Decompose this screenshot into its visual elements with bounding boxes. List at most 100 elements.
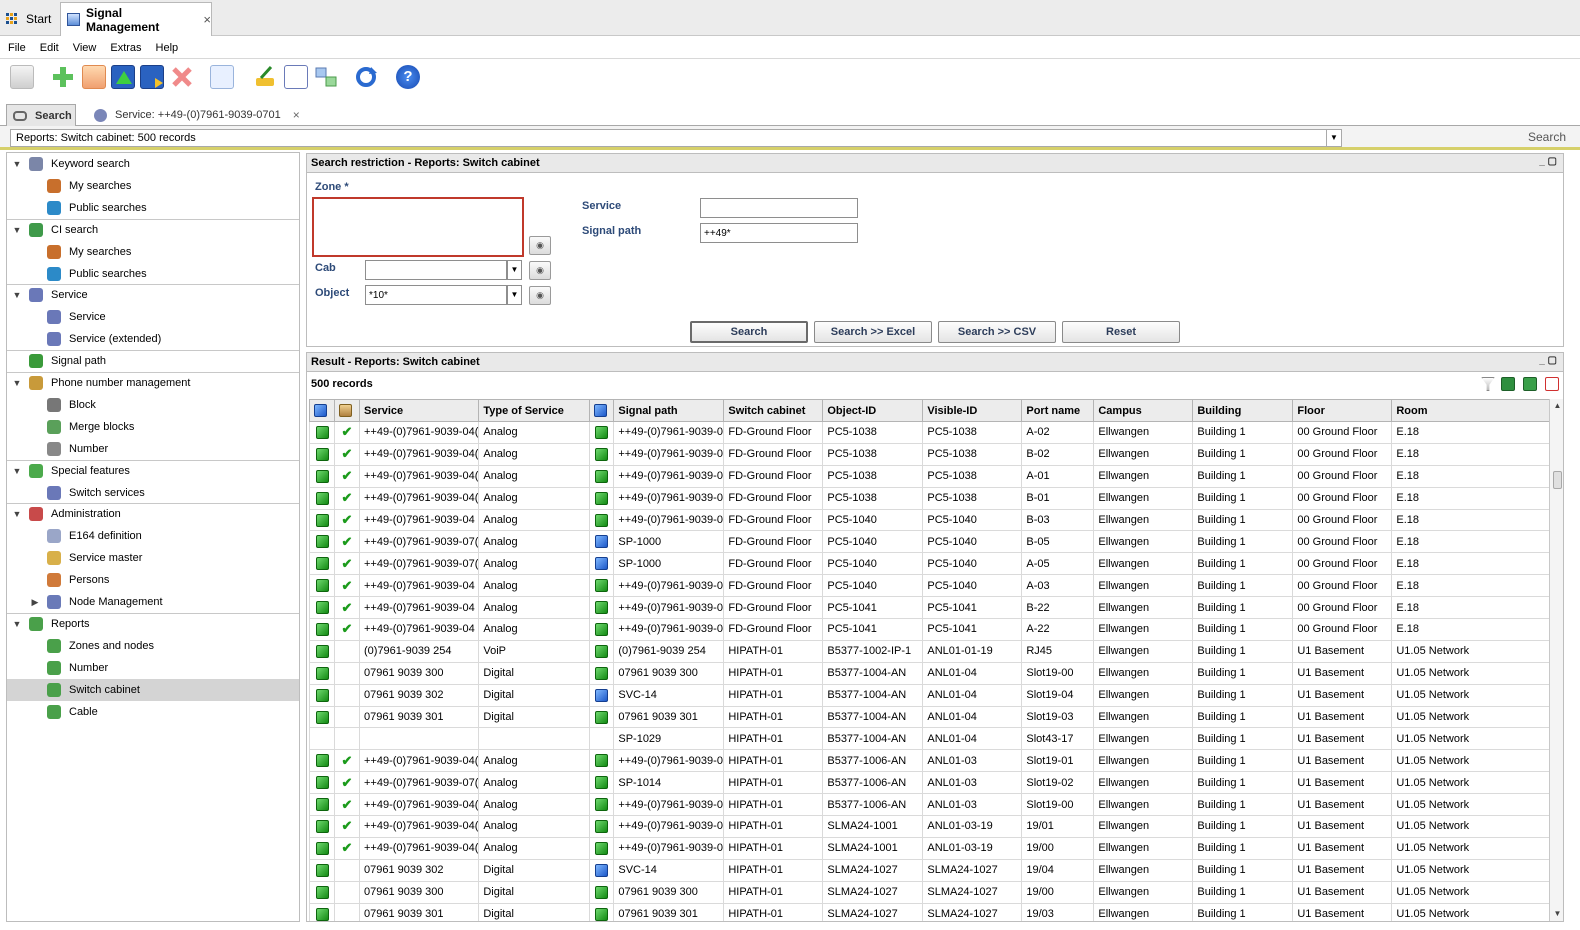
path-status-header-icon[interactable] [589, 399, 615, 422]
table-row[interactable]: 07961 9039 301 Digital 07961 9039 301 HIPAT… [309, 902, 1553, 921]
tree-item[interactable]: ▼ Service [7, 284, 299, 306]
table-row[interactable]: ✔ ++49-(0)7961-9039-04(Analog ++49-(0)7961… [309, 486, 1553, 510]
collapse-toggle-icon[interactable]: ▼ [11, 509, 23, 519]
table-row[interactable]: ✔ ++49-(0)7961-9039-04 Analog ++49-(0)7961-… [309, 596, 1553, 620]
tree-item[interactable]: ▶ Node Management [7, 591, 299, 613]
assignment-header-icon[interactable] [334, 399, 360, 422]
tree-item[interactable]: Service [7, 306, 299, 328]
tree-item[interactable]: Cable [7, 701, 299, 723]
service-status-header-icon[interactable] [309, 399, 335, 422]
table-row[interactable]: ✔ ++49-(0)7961-9039-04(Analog ++49-(0)7961… [309, 793, 1553, 817]
search-button[interactable]: Search [690, 321, 808, 343]
tree-item[interactable]: Zones and nodes [7, 635, 299, 657]
menu-edit[interactable]: Edit [40, 42, 59, 54]
panel-window-controls[interactable]: _ ▢ [1539, 156, 1557, 167]
table-row[interactable]: (0)7961-9039 254 VoiP (0)7961-9039 254 HIPA… [309, 639, 1553, 663]
tree-item[interactable]: Switch services [7, 482, 299, 504]
tree-item[interactable]: ▼ Keyword search [7, 153, 299, 175]
tree-item[interactable]: E164 definition [7, 525, 299, 547]
close-service-tab-icon[interactable]: × [293, 108, 300, 122]
search-csv-button[interactable]: Search >> CSV [938, 321, 1056, 343]
column-header[interactable]: Signal path [613, 399, 725, 422]
tree-item[interactable]: My searches [7, 175, 299, 197]
export-icon[interactable] [140, 65, 164, 89]
excel-export-icon[interactable] [1501, 377, 1515, 391]
tree-item[interactable]: ▼ Special features [7, 460, 299, 482]
edit-list-icon[interactable] [284, 65, 308, 89]
tree-item[interactable]: ▼ Phone number management [7, 372, 299, 394]
info-icon[interactable] [210, 65, 234, 89]
clean-icon[interactable] [253, 65, 277, 89]
pdf-export-icon[interactable] [1545, 377, 1559, 391]
service-input[interactable] [700, 198, 858, 218]
tree-item[interactable]: Persons [7, 569, 299, 591]
tree-item[interactable]: Block [7, 394, 299, 416]
move-up-icon[interactable] [111, 65, 135, 89]
refresh-icon[interactable] [354, 65, 378, 89]
excel-export-all-icon[interactable] [1523, 377, 1537, 391]
table-row[interactable]: 07961 9039 300 Digital 07961 9039 300 HIPAT… [309, 661, 1553, 685]
zone-list[interactable] [312, 197, 524, 257]
table-row[interactable]: ✔ ++49-(0)7961-9039-04(Analog ++49-(0)7961… [309, 464, 1553, 488]
service-tab[interactable]: Service: ++49-(0)7961-9039-0701 × [94, 104, 300, 126]
search-tab[interactable]: Search [6, 104, 76, 126]
tree-item[interactable]: Switch cabinet [7, 678, 299, 701]
tree-item[interactable]: ▼ Reports [7, 613, 299, 635]
report-combobox[interactable]: Reports: Switch cabinet: 500 records ▼ [10, 129, 1342, 147]
tree-item[interactable]: My searches [7, 241, 299, 263]
column-header[interactable]: Switch cabinet [723, 399, 824, 422]
scroll-up-icon[interactable]: ▲ [1550, 399, 1563, 413]
table-row[interactable]: 07961 9039 300 Digital 07961 9039 300 HIPAT… [309, 880, 1553, 904]
table-row[interactable]: ✔ ++49-(0)7961-9039-04(Analog ++49-(0)7961… [309, 836, 1553, 860]
table-row[interactable]: 07961 9039 302 Digital SVC-14 HIPATH-01 B537… [309, 683, 1553, 707]
table-row[interactable]: ✔ ++49-(0)7961-9039-07(Analog SP-1000 FD-Gr… [309, 552, 1553, 576]
tree-item[interactable]: Merge blocks [7, 416, 299, 438]
report-search-label[interactable]: Search [1528, 130, 1566, 144]
cab-input[interactable] [365, 260, 507, 280]
collapse-toggle-icon[interactable]: ▼ [11, 159, 23, 169]
close-tab-icon[interactable]: × [203, 12, 211, 27]
column-header[interactable]: Object-ID [822, 399, 924, 422]
delete-icon[interactable] [170, 65, 194, 89]
menu-help[interactable]: Help [156, 42, 179, 54]
tree-item[interactable]: Signal path [7, 350, 299, 372]
vertical-scrollbar[interactable]: ▲ ▼ [1549, 399, 1563, 921]
tree-item[interactable]: Service (extended) [7, 328, 299, 350]
start-tab[interactable]: Start [0, 2, 58, 36]
object-lookup-icon[interactable]: ◉ [529, 286, 551, 305]
scroll-down-icon[interactable]: ▼ [1550, 907, 1563, 921]
table-row[interactable]: ✔ ++49-(0)7961-9039-04(Analog ++49-(0)7961… [309, 421, 1553, 444]
cab-lookup-icon[interactable]: ◉ [529, 261, 551, 280]
column-header[interactable]: Type of Service [478, 399, 591, 422]
search-excel-button[interactable]: Search >> Excel [814, 321, 932, 343]
tree-item[interactable]: Number [7, 657, 299, 679]
menu-view[interactable]: View [73, 42, 97, 54]
tree-item[interactable]: ▼ CI search [7, 219, 299, 241]
table-row[interactable]: 07961 9039 301 Digital 07961 9039 301 HIPAT… [309, 705, 1553, 729]
collapse-toggle-icon[interactable]: ▼ [11, 290, 23, 300]
table-row[interactable]: SP-1029 HIPATH-01 B5377-1004-AN ANL01-04 Slo… [309, 727, 1553, 751]
collapse-toggle-icon[interactable]: ▼ [11, 378, 23, 388]
column-header[interactable]: Room [1391, 399, 1553, 422]
network-icon[interactable] [314, 65, 338, 89]
column-header[interactable]: Service [358, 399, 480, 422]
table-row[interactable]: ✔ ++49-(0)7961-9039-04 Analog ++49-(0)7961-… [309, 574, 1553, 598]
tree-item[interactable]: Public searches [7, 197, 299, 219]
chevron-down-icon[interactable]: ▼ [1326, 130, 1341, 146]
reset-button[interactable]: Reset [1062, 321, 1180, 343]
table-row[interactable]: ✔ ++49-(0)7961-9039-07(Analog SP-1000 FD-Gr… [309, 530, 1553, 554]
tree-item[interactable]: ▼ Administration [7, 503, 299, 525]
expand-toggle-icon[interactable]: ▶ [29, 597, 41, 608]
signal-path-input[interactable]: ++49* [700, 223, 858, 243]
help-icon[interactable]: ? [396, 65, 420, 89]
collapse-toggle-icon[interactable]: ▼ [11, 225, 23, 235]
add-icon[interactable] [52, 65, 74, 89]
table-row[interactable]: ✔ ++49-(0)7961-9039-04 Analog ++49-(0)7961-… [309, 508, 1553, 532]
table-row[interactable]: 07961 9039 302 Digital SVC-14 HIPATH-01 SLMA… [309, 858, 1553, 882]
collapse-toggle-icon[interactable]: ▼ [11, 466, 23, 476]
menu-file[interactable]: File [8, 42, 26, 54]
table-row[interactable]: ✔ ++49-(0)7961-9039-04(Analog ++49-(0)7961… [309, 442, 1553, 466]
filter-icon[interactable] [1481, 377, 1495, 391]
table-row[interactable]: ✔ ++49-(0)7961-9039-04 Analog ++49-(0)7961-… [309, 618, 1553, 641]
tree-item[interactable]: Number [7, 438, 299, 460]
